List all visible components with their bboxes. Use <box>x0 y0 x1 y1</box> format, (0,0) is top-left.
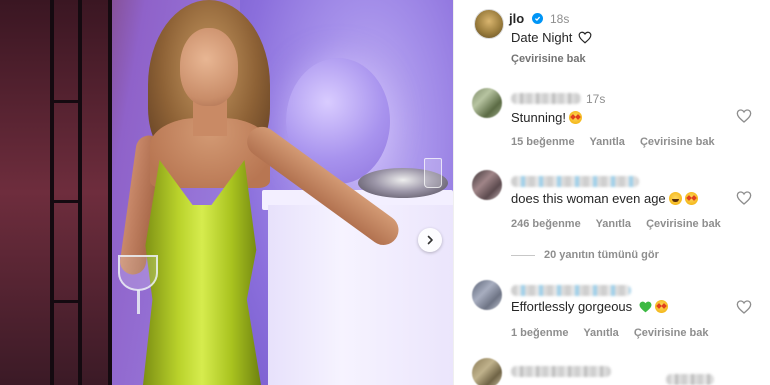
star-struck-emoji-icon <box>568 111 582 124</box>
star-struck-emoji-icon <box>654 300 668 313</box>
comment-likes[interactable]: 246 beğenme <box>511 218 581 230</box>
comment-meta: 246 beğenme Yanıtla Çevirisine bak <box>511 218 733 230</box>
reply-button[interactable]: Yanıtla <box>589 136 624 148</box>
face <box>180 28 238 106</box>
verified-badge-icon <box>532 13 543 24</box>
wine-glass <box>118 255 158 291</box>
like-heart-icon[interactable] <box>736 299 752 315</box>
author-avatar[interactable] <box>474 9 504 39</box>
commenter-avatar[interactable] <box>472 280 502 310</box>
reply-button[interactable]: Yanıtla <box>596 218 631 230</box>
view-replies-button[interactable]: 20 yanıtın tümünü gör <box>544 249 659 261</box>
commenter-username-blurred[interactable] <box>511 93 581 104</box>
reply-button[interactable]: Yanıtla <box>583 327 618 339</box>
commenter-username-blurred[interactable] <box>511 285 631 296</box>
door-frame <box>0 0 112 385</box>
post-see-translation[interactable]: Çevirisine bak <box>511 53 586 65</box>
comment-likes[interactable]: 1 beğenme <box>511 327 568 339</box>
post-photo <box>0 0 453 385</box>
comment-time: 17s <box>586 92 606 106</box>
see-translation-button[interactable]: Çevirisine bak <box>640 136 715 148</box>
green-heart-emoji-icon <box>639 301 652 313</box>
commenter-text-blurred <box>666 374 714 385</box>
like-heart-icon[interactable] <box>736 108 752 124</box>
commenter-username-blurred[interactable] <box>511 366 611 377</box>
post-time: 18s <box>550 12 570 26</box>
green-dress <box>143 160 261 385</box>
see-translation-button[interactable]: Çevirisine bak <box>646 218 721 230</box>
comment-text: Effortlessly gorgeous <box>511 299 668 314</box>
comment-text: does this woman even age <box>511 191 698 206</box>
star-struck-emoji-icon <box>684 192 698 205</box>
wine-glass-stem <box>137 290 140 314</box>
see-translation-button[interactable]: Çevirisine bak <box>634 327 709 339</box>
author-username[interactable]: jlo <box>509 11 524 26</box>
comment-text: Stunning! <box>511 110 582 125</box>
commenter-avatar[interactable] <box>472 88 502 118</box>
comment-meta: 15 beğenme Yanıtla Çevirisine bak <box>511 136 727 148</box>
next-photo-button[interactable] <box>418 228 442 252</box>
heart-outline-icon <box>578 31 592 44</box>
replies-divider <box>511 255 535 256</box>
comment-likes[interactable]: 15 beğenme <box>511 136 575 148</box>
like-heart-icon[interactable] <box>736 190 752 206</box>
commenter-username-blurred[interactable] <box>511 176 639 187</box>
commenter-avatar[interactable] <box>472 358 502 385</box>
comments-panel: jlo 18s Date Night Çevirisine bak 17s St… <box>453 0 770 385</box>
grinning-sweat-emoji-icon <box>668 192 682 205</box>
drinking-glass <box>424 158 442 188</box>
commenter-avatar[interactable] <box>472 170 502 200</box>
chevron-right-icon <box>427 235 433 245</box>
comment-meta: 1 beğenme Yanıtla Çevirisine bak <box>511 327 720 339</box>
post-caption: Date Night <box>511 30 592 45</box>
